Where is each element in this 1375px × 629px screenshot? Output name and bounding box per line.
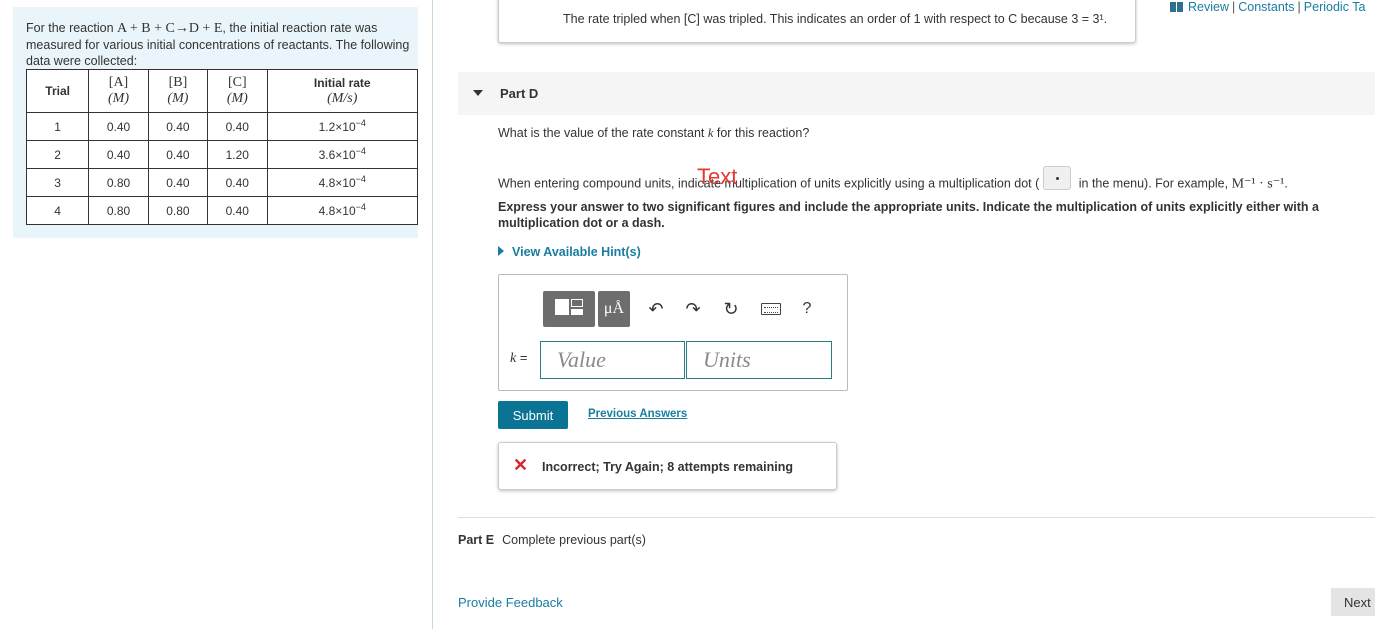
table-row: 4 0.80 0.80 0.40 4.8×10−4 (25, 196, 419, 225)
header-initial-rate: Initial rate (M/s) (266, 69, 419, 113)
table-row: 1 0.40 0.40 0.40 1.2×10−4 (25, 112, 419, 141)
next-button[interactable]: Next (1331, 588, 1375, 616)
top-links: Review | Constants | Periodic Ta (1170, 0, 1365, 16)
help-icon[interactable]: ? (797, 299, 817, 319)
header-a: [A] (M) (88, 69, 149, 113)
section-divider (458, 517, 1375, 518)
table-row: 3 0.80 0.40 0.40 4.8×10−4 (25, 168, 419, 197)
incorrect-x-icon: ✕ (513, 455, 529, 475)
value-input[interactable] (540, 341, 685, 379)
reaction-equation: A + B + C→D + E (117, 21, 223, 36)
part-d-header[interactable]: Part D (458, 72, 1375, 115)
keyboard-icon[interactable] (761, 303, 781, 315)
reset-icon[interactable]: ↻ (721, 299, 741, 319)
answer-instructions: Express your answer to two significant f… (498, 200, 1319, 230)
previous-part-feedback: The rate tripled when [C] was tripled. T… (498, 0, 1136, 43)
rate-data-table: Trial [A] (M) [B] (M) [C] (M) Initial rate(… (25, 69, 419, 225)
header-c: [C] (M) (207, 69, 268, 113)
problem-statement: For the reaction A + B + C→D + E, the in… (26, 21, 410, 68)
incorrect-feedback: ✕ Incorrect; Try Again; 8 attempts remai… (498, 442, 837, 490)
provide-feedback-link[interactable]: Provide Feedback (458, 595, 563, 610)
submit-button[interactable]: Submit (498, 401, 568, 429)
table-header-row: Trial [A] (M) [B] (M) [C] (M) Initial rate(… (25, 69, 419, 113)
part-e-label: Part E (458, 533, 495, 547)
undo-icon[interactable]: ↶ (646, 299, 666, 319)
part-d-question: What is the value of the rate constant k… (498, 126, 810, 140)
book-icon (1170, 2, 1183, 12)
multiplication-dot-icon (1043, 166, 1072, 190)
k-label: k = (510, 350, 528, 366)
review-link[interactable]: Review (1188, 0, 1229, 14)
panel-divider (432, 0, 433, 629)
answer-box: μÅ ↶ ↷ ↻ ? k = (498, 274, 848, 391)
redo-icon[interactable]: ↷ (683, 299, 703, 319)
caret-down-icon (473, 90, 483, 96)
periodic-table-link[interactable]: Periodic Ta (1304, 0, 1366, 14)
header-b: [B] (M) (147, 69, 209, 113)
template-icon (555, 299, 569, 315)
previous-answers-link[interactable]: Previous Answers (588, 408, 687, 420)
view-hints-toggle[interactable]: View Available Hint(s) (498, 245, 641, 259)
problem-panel: For the reaction A + B + C→D + E, the in… (13, 7, 419, 238)
templates-button[interactable] (543, 291, 595, 327)
part-e: Part E Complete previous part(s) (458, 533, 646, 547)
units-instructions: When entering compound units, indicate m… (498, 166, 1288, 196)
units-input[interactable] (686, 341, 832, 379)
text-overlay: Text (697, 164, 738, 189)
units-button[interactable]: μÅ (598, 291, 630, 327)
part-d-label: Part D (500, 86, 539, 101)
caret-right-icon (498, 246, 504, 256)
constants-link[interactable]: Constants (1238, 0, 1294, 14)
table-row: 2 0.40 0.40 1.20 3.6×10−4 (25, 140, 419, 169)
header-trial: Trial (25, 69, 90, 113)
